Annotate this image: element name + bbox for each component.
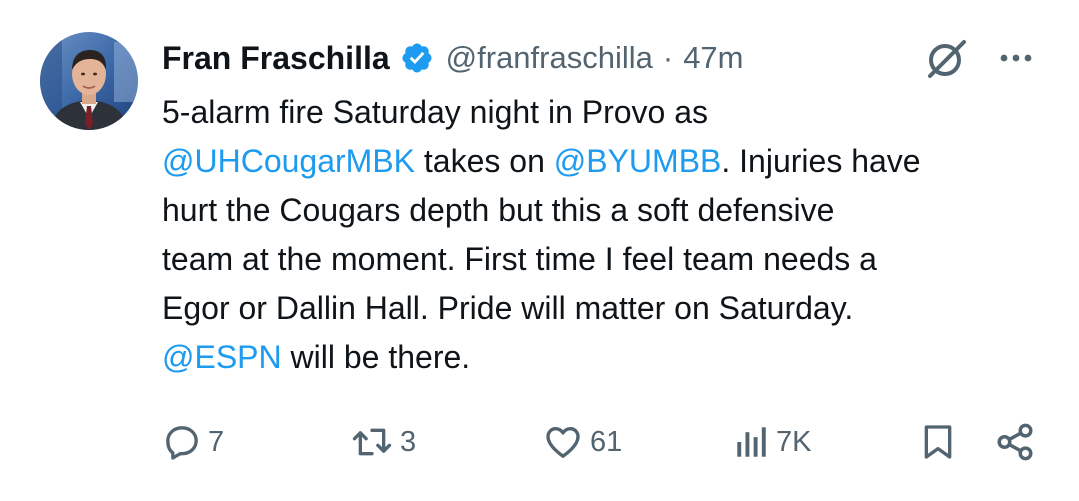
repost-icon: [352, 428, 392, 456]
repost-button[interactable]: 3: [350, 412, 416, 472]
author-name[interactable]: Fran Fraschilla: [162, 40, 390, 77]
tweet-text-segment: . Injuries have: [721, 143, 921, 179]
tweet-text-segment: 5-alarm fire Saturday night in Provo as: [162, 94, 709, 130]
tweet-header: Fran Fraschilla @franfraschilla · 47m: [162, 36, 744, 80]
tweet-text-segment: takes on: [415, 143, 554, 179]
repost-count: 3: [400, 425, 417, 458]
views-chart-icon: [737, 427, 766, 457]
avatar[interactable]: [40, 32, 138, 130]
reply-icon: [166, 426, 198, 460]
bookmark-icon: [924, 425, 952, 459]
reply-button[interactable]: 7: [162, 412, 224, 472]
verified-badge-icon: [402, 43, 432, 73]
reply-count: 7: [208, 425, 225, 458]
mention-link[interactable]: @BYUMBB: [554, 143, 722, 179]
mention-link[interactable]: @ESPN: [162, 339, 282, 375]
tweet-line: @ESPN will be there.: [162, 333, 1052, 382]
action-bar: 7 3 61 7K: [0, 412, 1079, 472]
mention-link[interactable]: @UHCougarMBK: [162, 143, 415, 179]
tweet-line: 5-alarm fire Saturday night in Provo as: [162, 88, 1052, 137]
tweet-text: 5-alarm fire Saturday night in Provo as @…: [162, 88, 1052, 382]
grok-icon[interactable]: [924, 38, 970, 80]
share-icon: [997, 423, 1033, 461]
tweet-line: @UHCougarMBK takes on @BYUMBB. Injuries …: [162, 137, 1052, 186]
tweet-text-segment: hurt the Cougars depth but this a soft d…: [162, 192, 835, 228]
view-count: 7K: [776, 425, 812, 458]
avatar-image: [40, 32, 138, 130]
tweet-text-segment: will be there.: [281, 339, 471, 375]
tweet-text-segment: team at the moment. First time I feel te…: [162, 241, 877, 277]
separator-dot: ·: [662, 40, 674, 75]
views-button[interactable]: 7K: [734, 412, 811, 472]
tweet-line: team at the moment. First time I feel te…: [162, 235, 1052, 284]
bookmark-button[interactable]: [918, 412, 958, 472]
like-count: 61: [590, 425, 623, 458]
heart-icon: [546, 427, 580, 458]
like-button[interactable]: 61: [542, 412, 622, 472]
tweet-line: Egor or Dallin Hall. Pride will matter o…: [162, 284, 1052, 333]
share-button[interactable]: [994, 412, 1036, 472]
more-options-icon[interactable]: [996, 40, 1036, 76]
timestamp[interactable]: 47m: [683, 40, 743, 76]
author-handle[interactable]: @franfraschilla: [446, 40, 653, 76]
tweet-line: hurt the Cougars depth but this a soft d…: [162, 186, 1052, 235]
tweet-text-segment: Egor or Dallin Hall. Pride will matter o…: [162, 290, 854, 326]
